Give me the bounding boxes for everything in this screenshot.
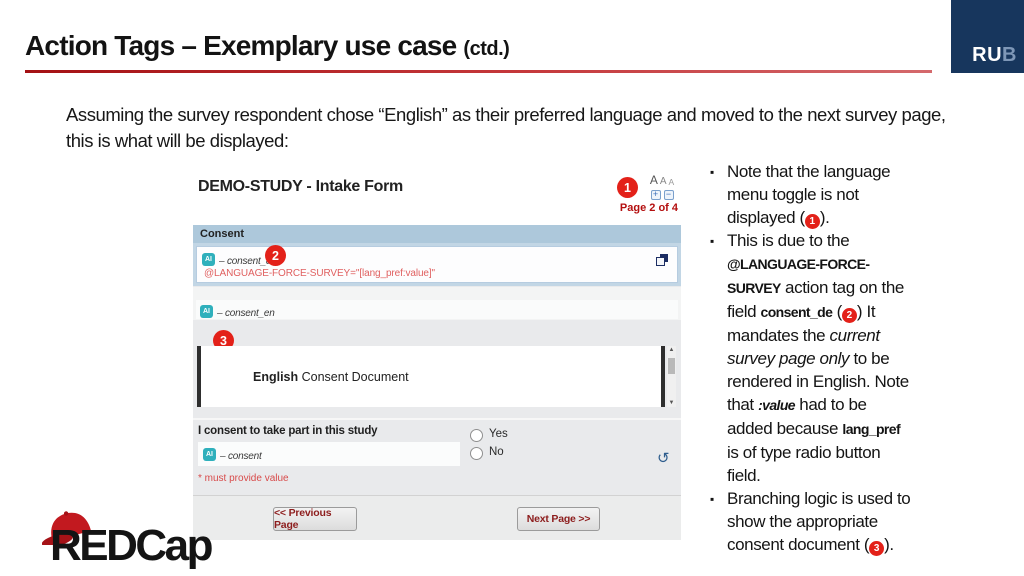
reset-value-icon[interactable]: ↺ xyxy=(657,451,670,466)
page-title-suffix: (ctd.) xyxy=(463,38,509,60)
survey-footer: << Previous Page Next Page >> xyxy=(193,495,681,540)
zoom-in-button[interactable]: + xyxy=(651,190,661,200)
radio-no[interactable] xyxy=(470,447,483,460)
document-scrollbar[interactable]: ▲ ▼ xyxy=(667,346,676,407)
radio-yes[interactable] xyxy=(470,429,483,442)
page-indicator: Page 2 of 4 xyxy=(620,202,678,214)
font-size-toggle[interactable]: A A A xyxy=(645,173,679,187)
intro-text: Assuming the survey respondent chose “En… xyxy=(66,102,950,154)
field-consent-de: AI– consent_de 2 @LANGUAGE-FORCE-SURVEY=… xyxy=(196,246,678,283)
note-item-2: ▪ This is due to the @LANGUAGE-FORCE-SUR… xyxy=(710,229,912,487)
copy-icon[interactable] xyxy=(660,254,668,262)
radio-no-label[interactable]: No xyxy=(489,446,504,458)
note-item-3: ▪ Branching logic is used to show the ap… xyxy=(710,487,912,556)
document-text: English Consent Document xyxy=(253,370,409,384)
scroll-up-icon[interactable]: ▲ xyxy=(667,347,676,353)
annotation-badge-2: 2 xyxy=(265,245,286,266)
code-field-consent-de: consent_de xyxy=(761,304,833,320)
survey-screenshot: DEMO-STUDY - Intake Form 1 A A A + − Pag… xyxy=(193,172,681,540)
highlighted-field-band: AI– consent_de 2 @LANGUAGE-FORCE-SURVEY=… xyxy=(193,243,681,286)
font-large-icon[interactable]: A xyxy=(650,173,658,187)
scroll-down-icon[interactable]: ▼ xyxy=(667,400,676,406)
rub-logo: RUB xyxy=(951,0,1024,73)
font-small-icon[interactable]: A xyxy=(669,177,675,187)
document-right-border xyxy=(661,346,665,407)
page-title: Action Tags – Exemplary use case (ctd.) xyxy=(25,30,509,62)
code-value-suffix: :value xyxy=(758,397,795,413)
title-underline xyxy=(25,70,932,73)
note-item-1: ▪ Note that the language menu toggle is … xyxy=(710,160,912,229)
section-header-consent: Consent xyxy=(193,225,681,243)
field-name-label: – consent_en xyxy=(217,308,275,319)
bullet-icon: ▪ xyxy=(710,161,714,184)
redcap-logo-text: REDCap xyxy=(50,521,211,571)
bullet-icon: ▪ xyxy=(710,488,714,511)
bullet-icon: ▪ xyxy=(710,230,714,253)
scrollbar-thumb[interactable] xyxy=(668,358,675,374)
ai-field-icon: AI xyxy=(200,305,213,318)
page-title-main: Action Tags – Exemplary use case xyxy=(25,30,456,61)
annotation-badge-1: 1 xyxy=(617,177,638,198)
field-consent-en: AI – consent_en xyxy=(196,300,678,319)
radio-yes-label[interactable]: Yes xyxy=(489,428,508,440)
font-size-controls: A A A + − xyxy=(645,173,679,200)
previous-page-button[interactable]: << Previous Page xyxy=(273,507,357,531)
required-note: * must provide value xyxy=(198,473,289,484)
inline-badge-2: 2 xyxy=(842,308,857,323)
inline-badge-3: 3 xyxy=(869,541,884,556)
inline-badge-1: 1 xyxy=(805,214,820,229)
notes-list: ▪ Note that the language menu toggle is … xyxy=(710,160,912,556)
ai-field-icon: AI xyxy=(203,448,216,461)
zoom-out-button[interactable]: − xyxy=(664,190,674,200)
field-name-label: – consent xyxy=(220,451,262,462)
redcap-logo: REDCap xyxy=(28,503,228,576)
survey-form-title: DEMO-STUDY - Intake Form xyxy=(198,178,403,196)
code-field-lang-pref: lang_pref xyxy=(842,421,900,437)
consent-question-label: I consent to take part in this study xyxy=(198,425,377,437)
rub-logo-text: RUB xyxy=(972,44,1017,67)
field-consent: AI – consent xyxy=(198,442,460,466)
next-page-button[interactable]: Next Page >> xyxy=(517,507,600,531)
consent-document-page: English Consent Document xyxy=(201,346,661,407)
action-tag-text: @LANGUAGE-FORCE-SURVEY="[lang_pref:value… xyxy=(204,268,435,279)
font-medium-icon[interactable]: A xyxy=(660,176,667,187)
ai-field-icon: AI xyxy=(202,253,215,266)
consent-document-viewer: English Consent Document ▲ ▼ xyxy=(197,346,676,407)
row-divider xyxy=(193,418,681,420)
